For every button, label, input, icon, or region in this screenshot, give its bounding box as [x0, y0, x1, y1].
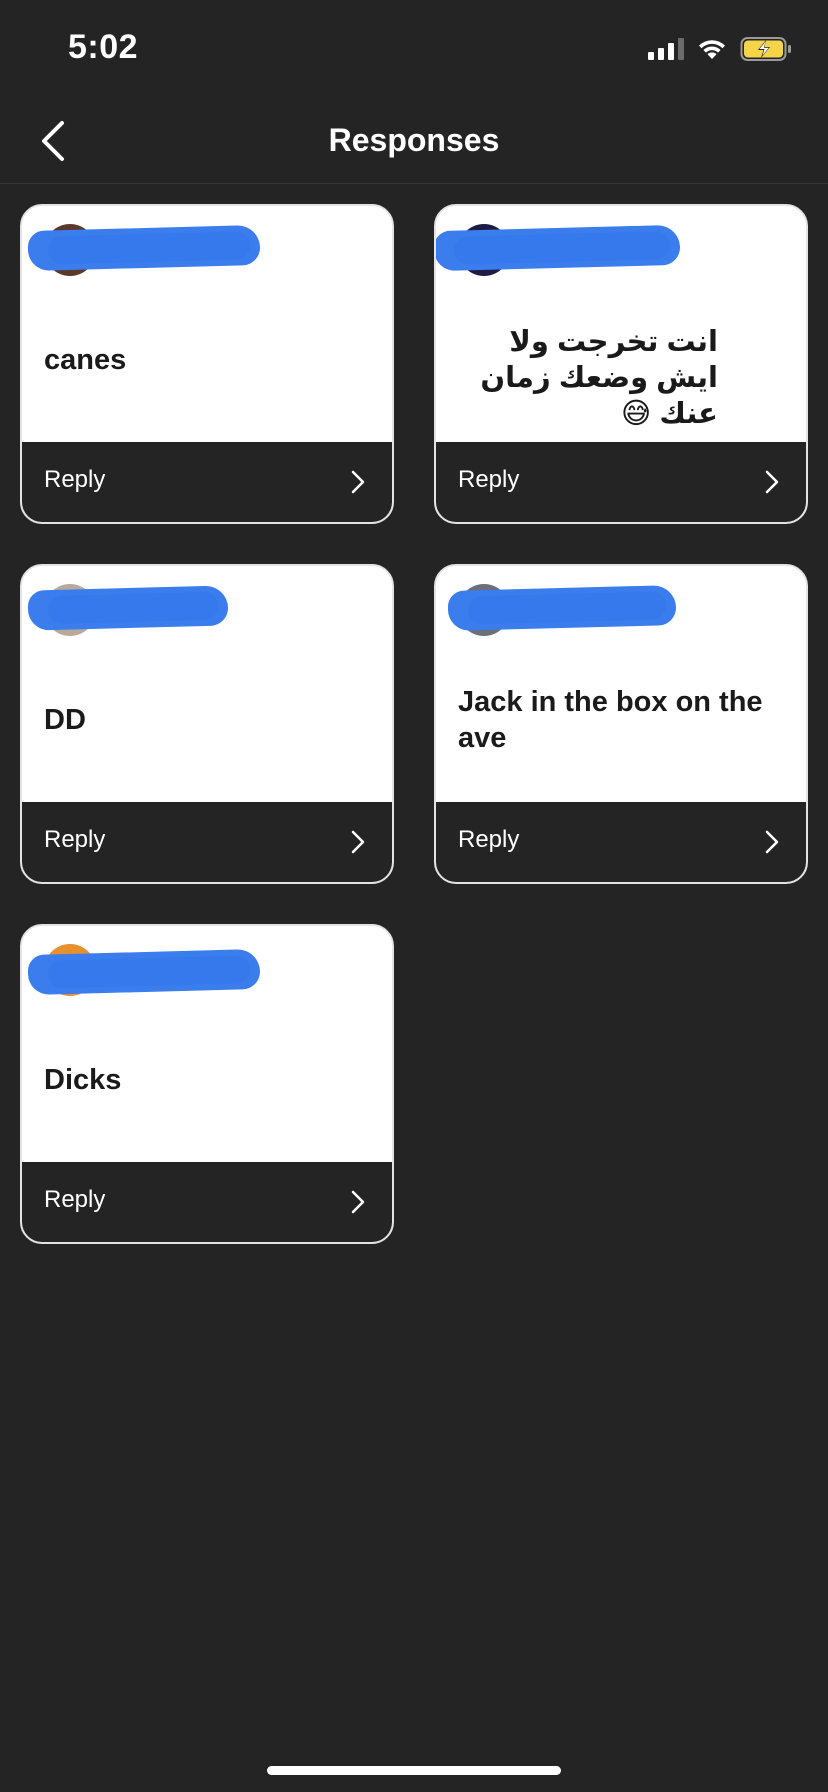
response-card-body: DD — [22, 566, 392, 804]
chevron-right-icon — [351, 830, 365, 854]
page-title: Responses — [328, 122, 500, 158]
response-message: Jack in the box on the ave — [458, 686, 763, 754]
reply-label: Reply — [44, 466, 106, 493]
reply-button[interactable]: Reply — [22, 1162, 392, 1242]
response-message: انت تخرجت ولا ايش وضعك زمان عنك 😅 — [480, 326, 718, 430]
status-icons — [648, 34, 794, 64]
redaction-mark — [447, 585, 677, 631]
reply-label: Reply — [458, 826, 520, 853]
response-message: canes — [44, 344, 127, 376]
chevron-right-icon — [765, 830, 779, 854]
battery-charging-icon — [740, 37, 791, 61]
chevron-right-icon — [351, 1190, 365, 1214]
redaction-mark — [27, 224, 261, 272]
response-card: Jack in the box on the ave Reply — [434, 564, 808, 884]
response-card-body: canes — [22, 206, 392, 444]
reply-label: Reply — [458, 466, 520, 493]
responses-screen: 5:02 Responses canes Reply انت تخرجت ولا… — [0, 0, 828, 1792]
reply-label: Reply — [44, 826, 106, 853]
home-indicator[interactable] — [267, 1766, 561, 1775]
redaction-mark — [27, 585, 229, 631]
status-time: 5:02 — [68, 28, 139, 66]
navigation-bar: Responses — [0, 100, 828, 184]
response-card: Dicks Reply — [20, 924, 394, 1244]
redaction-mark — [436, 224, 681, 272]
response-card: DD Reply — [20, 564, 394, 884]
cellular-signal-icon — [648, 38, 684, 60]
response-card-body: Jack in the box on the ave — [436, 566, 806, 804]
response-message: Dicks — [44, 1064, 122, 1096]
response-card-body: Dicks — [22, 926, 392, 1164]
reply-button[interactable]: Reply — [22, 802, 392, 882]
wifi-icon — [699, 40, 725, 59]
response-message: DD — [44, 704, 86, 736]
reply-button[interactable]: Reply — [22, 442, 392, 522]
reply-button[interactable]: Reply — [436, 802, 806, 882]
reply-button[interactable]: Reply — [436, 442, 806, 522]
status-bar: 5:02 — [0, 0, 828, 100]
response-card-body: انت تخرجت ولا ايش وضعك زمان عنك 😅 — [436, 206, 806, 444]
response-card: canes Reply — [20, 204, 394, 524]
response-card: انت تخرجت ولا ايش وضعك زمان عنك 😅 Reply — [434, 204, 808, 524]
redaction-mark — [27, 948, 261, 996]
chevron-right-icon — [351, 470, 365, 494]
chevron-right-icon — [765, 470, 779, 494]
reply-label: Reply — [44, 1186, 106, 1213]
